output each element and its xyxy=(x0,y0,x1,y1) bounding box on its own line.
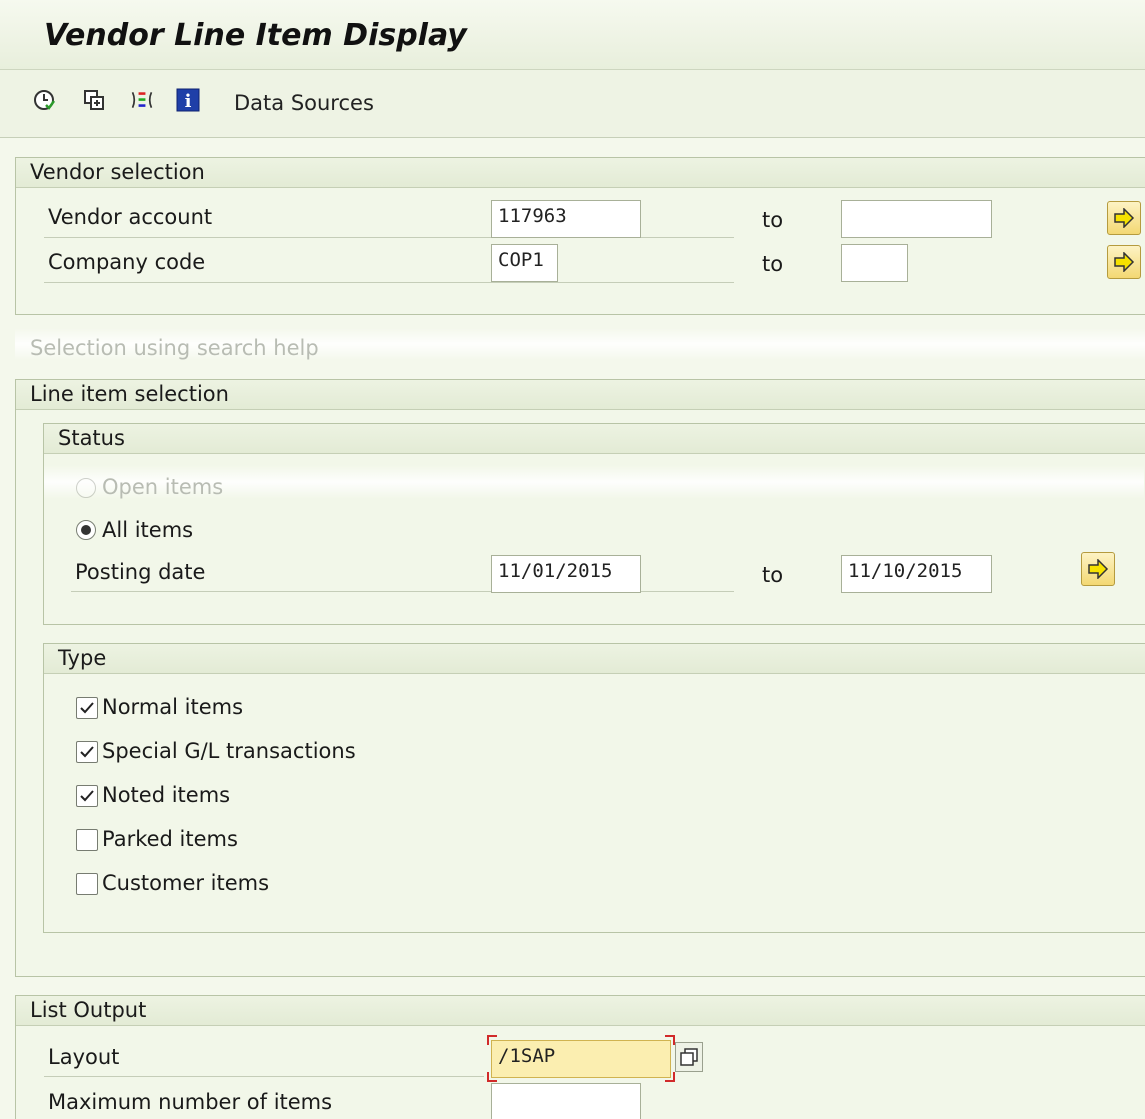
vendor-account-to-input[interactable] xyxy=(841,200,992,238)
execute-icon[interactable] xyxy=(32,88,56,112)
all-items-label: All items xyxy=(102,518,194,542)
all-items-radio[interactable] xyxy=(76,520,96,540)
company-code-from-input[interactable]: COP1 xyxy=(491,244,558,282)
required-marker xyxy=(665,1035,675,1045)
checkmark-icon xyxy=(80,702,94,714)
group-title: Status xyxy=(44,424,1145,454)
company-code-label: Company code xyxy=(44,250,734,283)
open-items-radio[interactable] xyxy=(76,478,96,498)
required-marker xyxy=(487,1072,497,1082)
group-title: Vendor selection xyxy=(16,158,1145,188)
checkmark-icon xyxy=(80,746,94,758)
noted-items-checkbox[interactable] xyxy=(76,785,98,807)
company-code-multiple-selection-button[interactable] xyxy=(1107,245,1141,279)
info-icon[interactable]: i xyxy=(176,88,200,112)
layout-input[interactable]: /1SAP xyxy=(491,1040,671,1078)
posting-date-to-input[interactable]: 11/10/2015 xyxy=(841,555,992,593)
customer-items-label: Customer items xyxy=(102,871,270,895)
parked-items-label: Parked items xyxy=(102,827,238,851)
max-items-input[interactable] xyxy=(491,1083,641,1119)
layout-label: Layout xyxy=(44,1045,484,1077)
application-toolbar xyxy=(0,70,1145,138)
customer-items-checkbox[interactable] xyxy=(76,873,98,895)
normal-items-checkbox[interactable] xyxy=(76,697,98,719)
status-group: Status xyxy=(43,423,1145,625)
posting-date-multiple-selection-button[interactable] xyxy=(1081,552,1115,586)
max-items-label: Maximum number of items xyxy=(48,1090,333,1114)
special-gl-checkbox[interactable] xyxy=(76,741,98,763)
selection-options-icon[interactable] xyxy=(130,88,154,112)
company-code-to-input[interactable] xyxy=(841,244,908,282)
search-help-title: Selection using search help xyxy=(30,336,319,360)
to-label: to xyxy=(762,563,784,587)
parked-items-checkbox[interactable] xyxy=(76,829,98,851)
radio-selected-dot xyxy=(81,525,91,535)
page-title: Vendor Line Item Display xyxy=(44,18,467,53)
posting-date-from-input[interactable]: 11/01/2015 xyxy=(491,555,641,593)
to-label: to xyxy=(762,208,784,232)
checkmark-icon xyxy=(80,790,94,802)
value-help-icon xyxy=(680,1048,698,1066)
arrow-right-icon xyxy=(1114,208,1135,228)
group-title: Line item selection xyxy=(16,380,1145,410)
svg-text:i: i xyxy=(185,91,192,112)
required-marker xyxy=(665,1072,675,1082)
data-sources-button[interactable]: Data Sources xyxy=(234,91,374,115)
noted-items-label: Noted items xyxy=(102,783,231,807)
vendor-account-from-input[interactable]: 117963 xyxy=(491,200,641,238)
arrow-right-icon xyxy=(1114,252,1135,272)
to-label: to xyxy=(762,252,784,276)
special-gl-label: Special G/L transactions xyxy=(102,739,356,763)
open-items-label: Open items xyxy=(102,475,224,499)
layout-value-help-button[interactable] xyxy=(675,1042,703,1072)
normal-items-label: Normal items xyxy=(102,695,244,719)
required-marker xyxy=(487,1035,497,1045)
group-title: Type xyxy=(44,644,1145,674)
vendor-account-multiple-selection-button[interactable] xyxy=(1107,201,1141,235)
copy-variant-icon[interactable] xyxy=(82,88,106,112)
arrow-right-icon xyxy=(1088,559,1109,579)
group-title: List Output xyxy=(16,996,1145,1026)
